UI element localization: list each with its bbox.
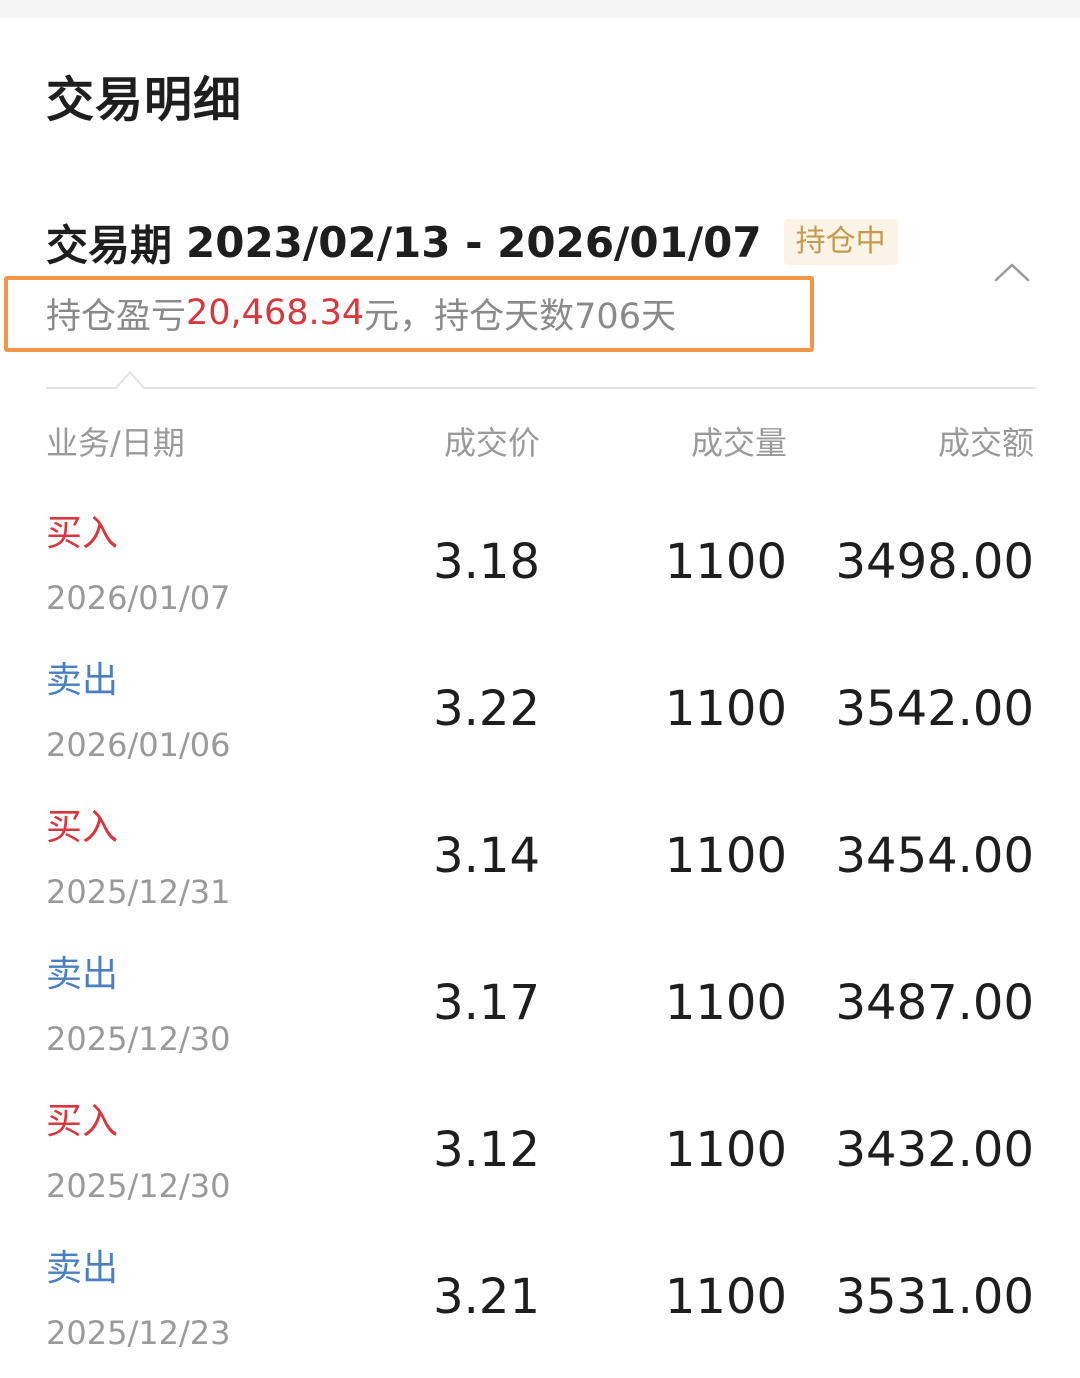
header-quantity: 成交量 xyxy=(690,424,787,462)
trade-quantity: 1100 xyxy=(664,1122,787,1178)
table-row[interactable]: 卖出 2025/12/23 3.21 1100 3531.00 xyxy=(46,1231,1034,1378)
header-price: 成交价 xyxy=(443,424,540,462)
position-summary: 持仓盈亏 20,468.34 元，持仓天数706天 xyxy=(46,286,676,340)
table-header: 业务/日期 成交价 成交量 成交额 xyxy=(46,410,1034,466)
trade-amount: 3432.00 xyxy=(835,1122,1035,1178)
trade-date: 2025/12/30 xyxy=(46,1020,231,1058)
trade-amount: 3487.00 xyxy=(835,975,1035,1031)
chevron-up-icon xyxy=(994,263,1030,282)
trade-quantity: 1100 xyxy=(664,534,787,590)
period-range: 2023/02/13 - 2026/01/07 xyxy=(186,217,762,267)
trade-amount: 3454.00 xyxy=(835,828,1035,884)
trade-quantity: 1100 xyxy=(664,1269,787,1325)
trade-amount: 3531.00 xyxy=(835,1269,1035,1325)
table-row[interactable]: 买入 2025/12/31 3.14 1100 3454.00 xyxy=(46,790,1034,937)
trade-date: 2025/12/23 xyxy=(46,1314,231,1352)
trade-date: 2026/01/06 xyxy=(46,726,231,764)
table-row[interactable]: 卖出 2025/12/30 3.17 1100 3487.00 xyxy=(46,937,1034,1084)
profit-value: 20,468.34 xyxy=(186,293,365,333)
trade-price: 3.14 xyxy=(433,828,540,884)
trade-type: 卖出 xyxy=(46,660,119,701)
status-badge: 持仓中 xyxy=(783,219,898,265)
trade-list: 买入 2026/01/07 3.18 1100 3498.00 卖出 2026/… xyxy=(46,496,1034,1378)
trade-type: 卖出 xyxy=(46,954,119,995)
trade-type: 买入 xyxy=(46,1101,119,1142)
trade-quantity: 1100 xyxy=(664,681,787,737)
trade-period-header: 交易期 2023/02/13 - 2026/01/07 持仓中 xyxy=(46,212,898,272)
trade-type: 买入 xyxy=(46,807,119,848)
section-divider xyxy=(46,368,1036,392)
trade-type: 买入 xyxy=(46,513,119,554)
trade-price: 3.12 xyxy=(433,1122,540,1178)
trade-amount: 3498.00 xyxy=(835,534,1035,590)
trade-price: 3.18 xyxy=(433,534,540,590)
trade-price: 3.22 xyxy=(433,681,540,737)
table-row[interactable]: 卖出 2026/01/06 3.22 1100 3542.00 xyxy=(46,643,1034,790)
trade-date: 2025/12/30 xyxy=(46,1167,231,1205)
trade-quantity: 1100 xyxy=(664,828,787,884)
table-row[interactable]: 买入 2026/01/07 3.18 1100 3498.00 xyxy=(46,496,1034,643)
profit-suffix: 元，持仓天数706天 xyxy=(364,296,676,337)
trade-date: 2025/12/31 xyxy=(46,873,231,911)
header-type-date: 业务/日期 xyxy=(46,424,185,462)
header-amount: 成交额 xyxy=(937,424,1034,462)
trade-price: 3.17 xyxy=(433,975,540,1031)
trade-amount: 3542.00 xyxy=(835,681,1035,737)
page-title: 交易明细 xyxy=(46,72,243,128)
trade-price: 3.21 xyxy=(433,1269,540,1325)
collapse-button[interactable] xyxy=(990,250,1034,294)
table-row[interactable]: 买入 2025/12/30 3.12 1100 3432.00 xyxy=(46,1084,1034,1231)
trade-type: 卖出 xyxy=(46,1248,119,1289)
period-label: 交易期 xyxy=(46,220,173,270)
profit-prefix: 持仓盈亏 xyxy=(46,296,187,337)
trade-date: 2026/01/07 xyxy=(46,579,231,617)
top-strip xyxy=(0,0,1080,18)
trade-quantity: 1100 xyxy=(664,975,787,1031)
